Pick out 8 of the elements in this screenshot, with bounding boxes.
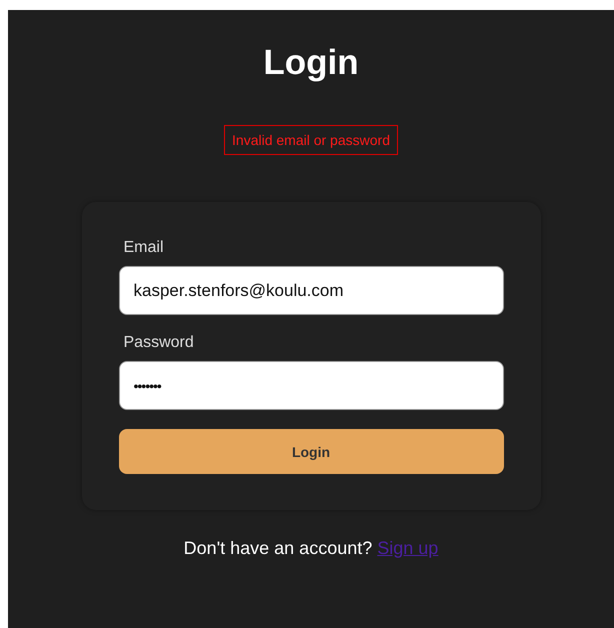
password-field[interactable]: •••••••	[118, 361, 504, 410]
field-label: Email	[124, 238, 164, 258]
field-label: Password	[124, 333, 194, 353]
login-button[interactable]: Login	[118, 429, 504, 474]
footer-text: Don't have an account?	[184, 538, 372, 558]
email-field[interactable]: kasper.stenfors@koulu.com	[118, 266, 504, 315]
error-message: Invalid email or password	[224, 125, 398, 155]
page-title: Login	[263, 43, 359, 83]
